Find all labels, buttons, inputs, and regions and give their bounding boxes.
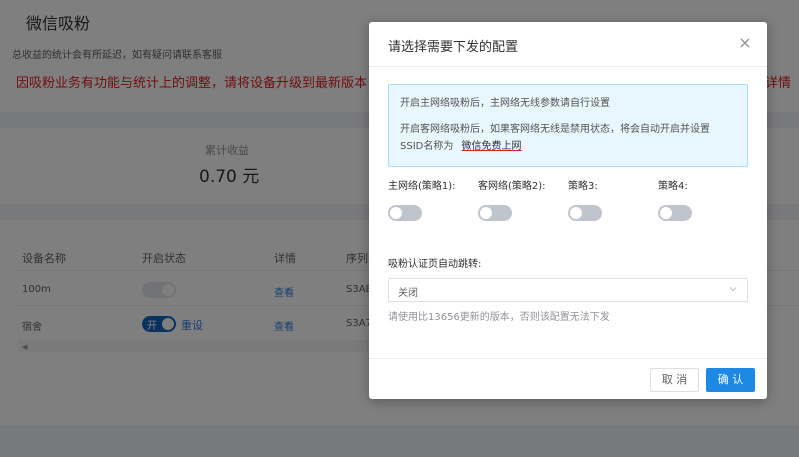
toggle-knob [660, 207, 672, 219]
confirm-button[interactable]: 确 认 [706, 368, 755, 392]
strategy-label-4: 策略4: [658, 181, 688, 192]
strategy-3-toggle[interactable] [568, 205, 602, 221]
dialog-header: 请选择需要下发的配置 × [369, 22, 767, 67]
version-hint: 请使用比13656更新的版本，否则该配置无法下发 [388, 312, 610, 323]
strategy-4-toggle[interactable] [658, 205, 692, 221]
auto-redirect-select[interactable]: 关闭 [388, 278, 748, 302]
toggle-knob [480, 207, 492, 219]
toggle-knob [570, 207, 582, 219]
strategy-label-3: 策略3: [568, 181, 598, 192]
ssid-name: 微信免费上网 [461, 141, 522, 152]
info-alert: 开启主网络吸粉后，主网络无线参数请自行设置 开启客网络吸粉后，如果客网络无线是禁… [388, 84, 748, 167]
config-dialog: 请选择需要下发的配置 × 开启主网络吸粉后，主网络无线参数请自行设置 开启客网络… [369, 22, 767, 399]
info-line-guest-network: 开启客网络吸粉后，如果客网络无线是禁用状态，将会自动开启并设置 [400, 124, 710, 135]
cancel-button[interactable]: 取 消 [650, 368, 699, 392]
dialog-footer-divider [369, 358, 767, 359]
chevron-down-icon [729, 287, 737, 292]
info-line-ssid: SSID名称为 微信免费上网 [400, 137, 522, 152]
guest-network-toggle[interactable] [478, 205, 512, 221]
dialog-title: 请选择需要下发的配置 [388, 40, 519, 55]
strategy-label-main-network: 主网络(策略1): [388, 181, 456, 192]
main-network-toggle[interactable] [388, 205, 422, 221]
auto-redirect-value: 关闭 [398, 288, 418, 299]
close-icon[interactable]: × [737, 34, 753, 52]
strategy-label-guest-network: 客网络(策略2): [478, 181, 546, 192]
auto-redirect-label: 吸粉认证页自动跳转: [388, 259, 482, 270]
info-line-main-network: 开启主网络吸粉后，主网络无线参数请自行设置 [400, 98, 610, 109]
toggle-knob [390, 207, 402, 219]
ssid-prefix: SSID名称为 [400, 141, 454, 152]
